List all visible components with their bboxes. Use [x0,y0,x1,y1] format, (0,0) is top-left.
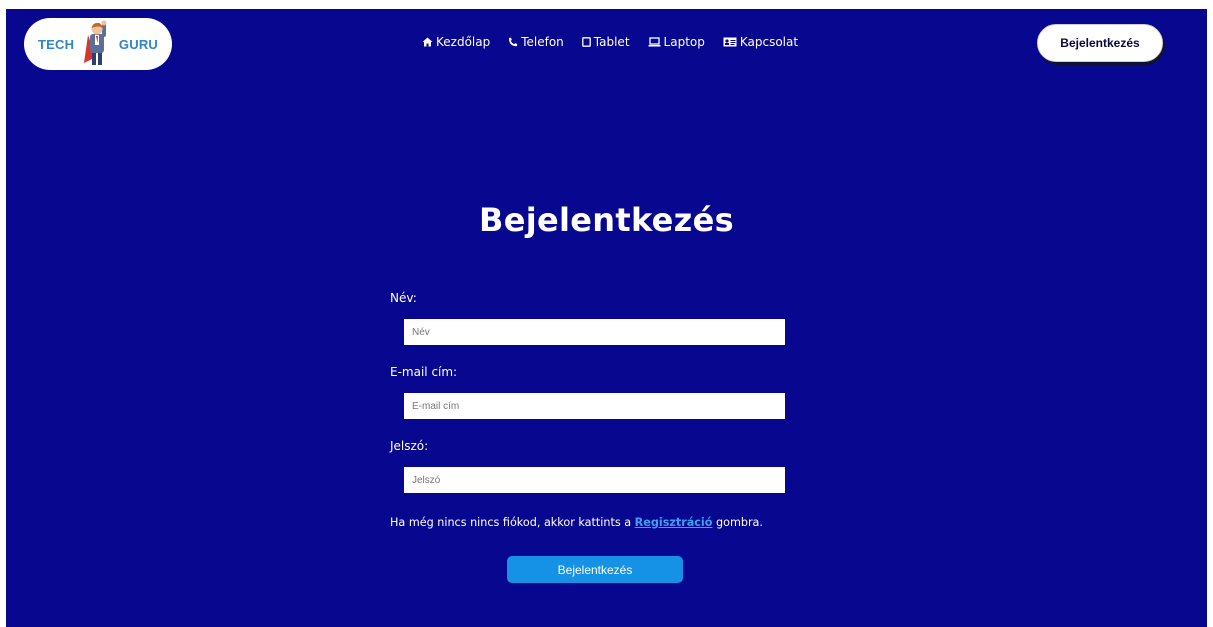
superhero-icon [77,18,117,70]
nav-item-home[interactable]: Kezdőlap [422,35,490,49]
laptop-icon [648,37,661,47]
register-link[interactable]: Regisztráció [635,516,713,529]
login-submit-button[interactable]: Bejelentkezés [507,556,683,583]
name-input[interactable] [404,319,785,345]
phone-icon [508,37,518,47]
password-label: Jelszó: [390,439,429,453]
tablet-icon [581,37,591,47]
nav-label-tablet: Tablet [593,35,630,49]
nav-item-tablet[interactable]: Tablet [581,35,630,49]
nav-label-laptop: Laptop [663,35,705,49]
name-label: Név: [390,291,417,305]
home-icon [422,37,433,47]
page: TECH GURU Kezdőlap Telefon Tablet Laptop… [6,9,1207,627]
nav-label-home: Kezdőlap [436,35,491,49]
page-title: Bejelentkezés [479,201,734,239]
password-input[interactable] [404,467,785,493]
email-input[interactable] [404,393,785,419]
site-logo[interactable]: TECH GURU [24,18,172,70]
nav-label-contact: Kapcsolat [739,35,799,49]
contact-card-icon [723,37,737,47]
nav-item-contact[interactable]: Kapcsolat [723,35,798,49]
nav-item-phone[interactable]: Telefon [508,35,564,49]
email-label: E-mail cím: [390,365,458,379]
main-nav: Kezdőlap Telefon Tablet Laptop Kapcsolat [422,35,816,49]
register-hint: Ha még nincs nincs fiókod, akkor kattint… [390,516,763,529]
register-hint-prefix: Ha még nincs nincs fiókod, akkor kattint… [390,516,635,529]
header-login-button[interactable]: Bejelentkezés [1037,24,1163,62]
register-hint-suffix: gombra. [712,516,763,529]
logo-text-right: GURU [118,36,158,52]
nav-item-laptop[interactable]: Laptop [648,35,705,49]
nav-label-phone: Telefon [521,35,564,49]
logo-text-left: TECH [38,36,75,52]
